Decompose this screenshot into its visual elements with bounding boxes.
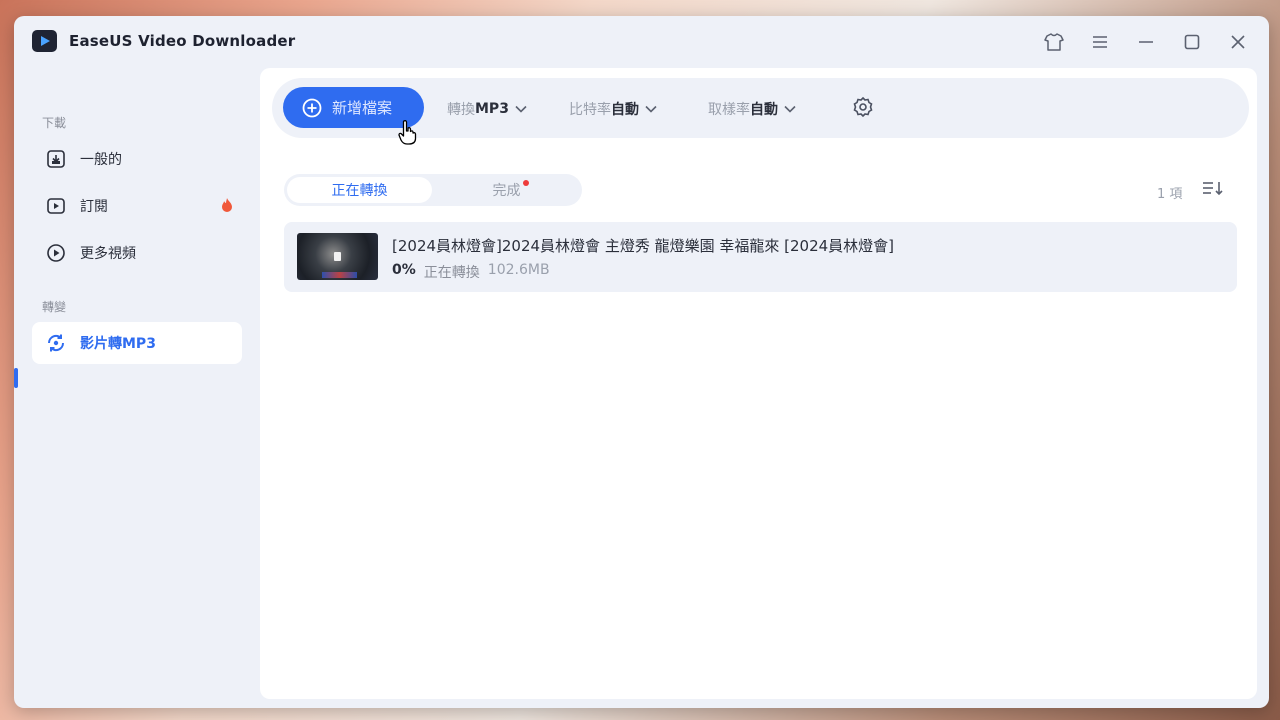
item-status: 0% 正在轉換 102.6MB [392, 262, 550, 282]
sidebar: 下載 一般的 訂閱 更多視頻 轉變 影片轉MP3 [14, 68, 260, 708]
thumbnail-figure [334, 252, 341, 261]
video-thumbnail [297, 233, 378, 280]
fire-icon [220, 197, 234, 217]
close-icon[interactable] [1226, 30, 1250, 54]
subscribe-icon [46, 196, 66, 216]
thumbnail-lights [322, 272, 357, 278]
item-status-text: 正在轉換 [423, 265, 480, 281]
item-size: 102.6MB [487, 262, 550, 278]
convert-icon [46, 333, 66, 353]
app-title: EaseUS Video Downloader [69, 32, 296, 50]
item-count: 1 項 [1157, 187, 1183, 202]
section-download: 下載 [42, 116, 67, 130]
sidebar-item-more-videos[interactable]: 更多視頻 [32, 232, 242, 274]
chevron-down-icon [515, 101, 527, 117]
samplerate-value: 自動 [750, 102, 778, 118]
more-videos-icon [46, 243, 66, 263]
bitrate-dropdown[interactable]: 比特率 自動 [569, 99, 657, 119]
format-dropdown[interactable]: 轉換 MP3 [447, 99, 527, 119]
tab-done[interactable]: 完成 [434, 177, 579, 203]
download-icon [46, 149, 66, 169]
sort-icon[interactable] [1202, 180, 1224, 200]
bitrate-prefix: 比特率 [569, 102, 611, 118]
plus-circle-icon [302, 98, 322, 118]
sidebar-item-label: 更多視頻 [80, 246, 136, 262]
item-title: [2024員林燈會]2024員林燈會 主燈秀 龍燈樂園 幸福龍來 [2024員林… [392, 237, 895, 255]
gear-icon[interactable] [852, 96, 874, 118]
sidebar-item-general[interactable]: 一般的 [32, 138, 242, 180]
app-logo-icon [32, 30, 57, 52]
chevron-down-icon [645, 101, 657, 117]
bitrate-value: 自動 [611, 102, 639, 118]
status-tabs: 正在轉換 完成 [284, 174, 582, 206]
tab-done-label: 完成 [492, 183, 521, 199]
notification-dot [523, 180, 529, 186]
format-prefix: 轉換 [447, 102, 475, 118]
item-progress: 0% [392, 262, 416, 278]
samplerate-prefix: 取樣率 [708, 102, 750, 118]
sidebar-item-label: 一般的 [80, 152, 122, 168]
add-file-label: 新增檔案 [332, 99, 393, 117]
sidebar-item-video-to-mp3[interactable]: 影片轉MP3 [32, 322, 242, 364]
app-window: EaseUS Video Downloader 下載 一般的 訂閱 更多視頻 轉… [14, 16, 1269, 708]
chevron-down-icon [784, 101, 796, 117]
section-convert: 轉變 [42, 300, 67, 314]
tab-converting[interactable]: 正在轉換 [287, 177, 432, 203]
active-indicator [14, 368, 18, 388]
tshirt-icon[interactable] [1042, 30, 1066, 54]
title-bar: EaseUS Video Downloader [14, 16, 1269, 68]
sidebar-item-subscribe[interactable]: 訂閱 [32, 185, 242, 227]
format-value: MP3 [475, 101, 509, 117]
menu-icon[interactable] [1088, 30, 1112, 54]
list-item[interactable]: [2024員林燈會]2024員林燈會 主燈秀 龍燈樂園 幸福龍來 [2024員林… [284, 222, 1237, 292]
sidebar-item-label: 影片轉MP3 [80, 336, 156, 352]
minimize-icon[interactable] [1134, 30, 1158, 54]
samplerate-dropdown[interactable]: 取樣率 自動 [708, 99, 796, 119]
hand-cursor-icon [397, 119, 419, 149]
sidebar-item-label: 訂閱 [80, 199, 108, 215]
maximize-icon[interactable] [1180, 30, 1204, 54]
main-panel: 新增檔案 轉換 MP3 比特率 自動 取樣率 自動 正在轉換 完成 1 項 [2… [260, 68, 1257, 699]
